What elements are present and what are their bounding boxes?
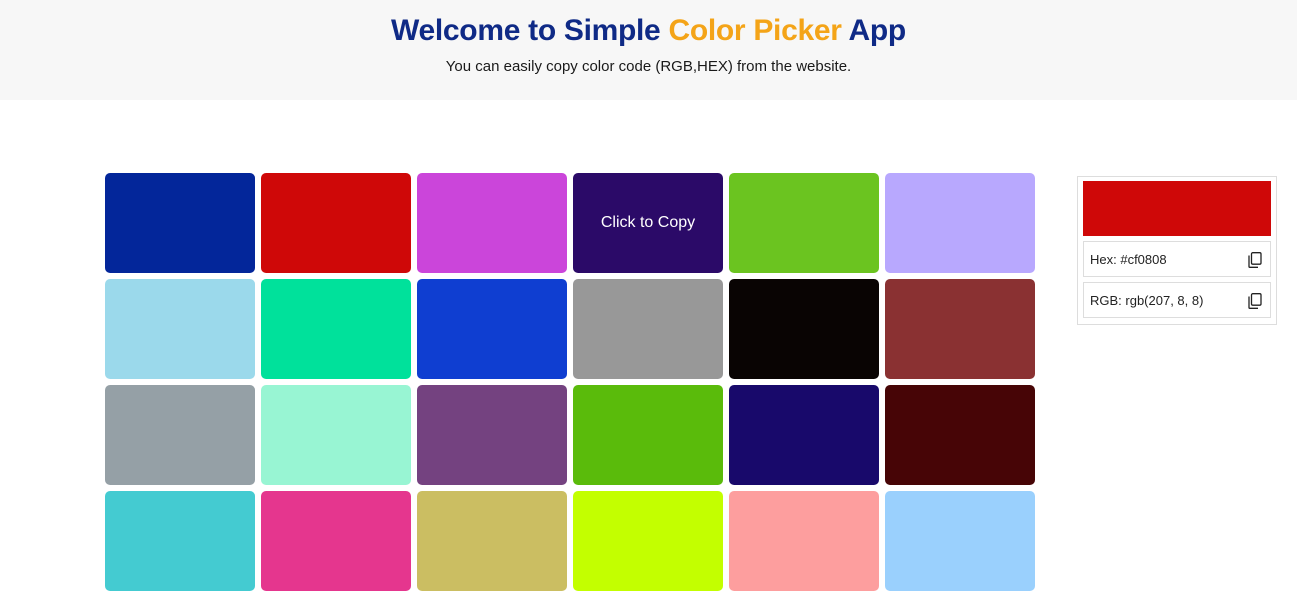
click-to-copy-label: Click to Copy — [600, 214, 696, 231]
color-swatch[interactable] — [729, 279, 879, 379]
color-swatch[interactable] — [417, 279, 567, 379]
page-header: Welcome to Simple Color Picker App You c… — [0, 0, 1297, 100]
color-swatch[interactable] — [417, 385, 567, 485]
color-swatch[interactable] — [261, 173, 411, 273]
color-swatch[interactable] — [885, 385, 1035, 485]
rgb-code-row: RGB: rgb(207, 8, 8) — [1083, 282, 1271, 318]
color-swatch[interactable] — [885, 279, 1035, 379]
color-swatch[interactable] — [573, 491, 723, 591]
title-part-1: Welcome to Simple — [391, 14, 669, 47]
title-accent: Color Picker — [668, 14, 842, 47]
hex-code-text: Hex: #cf0808 — [1090, 251, 1167, 267]
rgb-code-text: RGB: rgb(207, 8, 8) — [1090, 292, 1204, 308]
color-swatch[interactable] — [261, 491, 411, 591]
color-swatch[interactable] — [417, 173, 567, 273]
selected-color-preview — [1083, 181, 1271, 236]
hex-code-row: Hex: #cf0808 — [1083, 241, 1271, 277]
title-part-2: App — [841, 14, 907, 47]
copy-rgb-icon[interactable] — [1248, 293, 1262, 309]
color-swatch[interactable] — [885, 173, 1035, 273]
color-swatch[interactable] — [105, 491, 255, 591]
copy-hex-icon[interactable] — [1248, 252, 1262, 268]
color-swatch[interactable] — [729, 385, 879, 485]
color-swatch[interactable] — [261, 279, 411, 379]
color-swatch[interactable] — [261, 385, 411, 485]
color-info-panel: Hex: #cf0808 RGB: rgb(207, 8, 8) — [1077, 176, 1277, 325]
color-swatch[interactable] — [885, 491, 1035, 591]
color-grid: Click to Copy — [105, 173, 1035, 591]
color-swatch[interactable] — [573, 385, 723, 485]
color-swatch[interactable] — [105, 173, 255, 273]
color-swatch[interactable] — [729, 491, 879, 591]
color-swatch[interactable] — [417, 491, 567, 591]
page-subtitle: You can easily copy color code (RGB,HEX)… — [445, 58, 852, 75]
color-swatch[interactable] — [105, 385, 255, 485]
color-swatch[interactable]: Click to Copy — [573, 173, 723, 273]
color-swatch[interactable] — [729, 173, 879, 273]
color-swatch[interactable] — [105, 279, 255, 379]
page-title: Welcome to Simple Color Picker App — [0, 14, 1297, 48]
color-swatch[interactable] — [573, 279, 723, 379]
